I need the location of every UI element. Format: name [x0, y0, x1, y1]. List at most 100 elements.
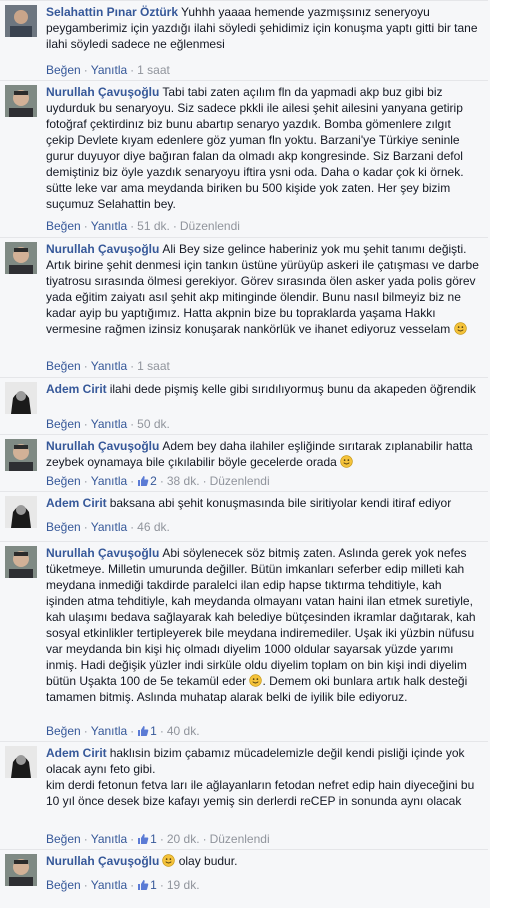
comment-actions: Beğen · Yanıtla · 51 dk. · Düzenlendi: [46, 218, 240, 234]
reply-button[interactable]: Yanıtla: [91, 520, 127, 534]
comment-actions: Beğen · Yanıtla · 1 saat: [46, 358, 170, 374]
comment-author[interactable]: Adem Cirit: [46, 746, 107, 760]
comment-actions: Beğen · Yanıtla · 1 · 40 dk.: [46, 723, 200, 739]
separator: ·: [159, 724, 164, 738]
comment-body: Nurullah Çavuşoğlu Ali Bey size gelince h…: [46, 241, 482, 337]
comment-actions: Beğen · Yanıtla · 1 · 20 dk. · Düzenlendi: [46, 831, 270, 847]
comment-text: Abi söylenecek söz bitmiş zaten. Aslında…: [46, 546, 476, 688]
comment-author[interactable]: Nurullah Çavuşoğlu: [46, 546, 159, 560]
comment-author[interactable]: Nurullah Çavuşoğlu: [46, 242, 159, 256]
comment-text: olay budur.: [178, 854, 238, 868]
like-button[interactable]: Beğen: [46, 878, 81, 892]
separator: ·: [83, 878, 88, 892]
comment-text: ilahi dede pişmiş kelle gibi sırıdılıyor…: [109, 382, 476, 396]
person-photo-icon: [5, 382, 37, 414]
reply-button[interactable]: Yanıtla: [91, 219, 127, 233]
comment-time[interactable]: 51 dk.: [137, 219, 170, 233]
like-count-value: 2: [150, 474, 157, 488]
separator: ·: [159, 474, 164, 488]
separator: ·: [202, 832, 207, 846]
edited-label[interactable]: Düzenlendi: [210, 832, 270, 846]
reply-button[interactable]: Yanıtla: [91, 878, 127, 892]
person-photo-icon: [5, 746, 37, 778]
like-button[interactable]: Beğen: [46, 832, 81, 846]
comment-author[interactable]: Nurullah Çavuşoğlu: [46, 439, 159, 453]
like-button[interactable]: Beğen: [46, 474, 81, 488]
comment-time[interactable]: 19 dk.: [167, 878, 200, 892]
comment-time[interactable]: 50 dk.: [137, 417, 170, 431]
comment-item: Nurullah Çavuşoğlu Adem bey daha ilahiler…: [0, 434, 488, 492]
separator: ·: [83, 417, 88, 431]
avatar[interactable]: [5, 496, 37, 528]
comment-time[interactable]: 40 dk.: [167, 724, 200, 738]
like-button[interactable]: Beğen: [46, 63, 81, 77]
reply-button[interactable]: Yanıtla: [91, 474, 127, 488]
avatar[interactable]: [5, 242, 37, 274]
person-photo-icon: [5, 439, 37, 471]
comment-item: Adem Cirit baksana abi şehit konuşmasında…: [0, 491, 488, 542]
comment-time[interactable]: 38 dk.: [167, 474, 200, 488]
reply-button[interactable]: Yanıtla: [91, 359, 127, 373]
comment-body: Adem Cirit ilahi dede pişmiş kelle gibi s…: [46, 381, 482, 397]
avatar[interactable]: [5, 5, 37, 37]
reply-button[interactable]: Yanıtla: [91, 63, 127, 77]
avatar[interactable]: [5, 746, 37, 778]
person-photo-icon: [5, 854, 37, 886]
comment-item: Nurullah Çavuşoğlu Tabi tabi zaten açılım…: [0, 80, 488, 238]
person-photo-icon: [5, 85, 37, 117]
comment-body: Nurullah Çavuşoğlu Abi söylenecek söz bit…: [46, 545, 482, 705]
separator: ·: [130, 417, 135, 431]
comment-actions: Beğen · Yanıtla · 2 · 38 dk. · Düzenlendi: [46, 473, 270, 489]
thumbs-up-icon: [138, 476, 149, 486]
like-button[interactable]: Beğen: [46, 417, 81, 431]
reply-button[interactable]: Yanıtla: [91, 832, 127, 846]
comment-time[interactable]: 1 saat: [137, 359, 170, 373]
avatar[interactable]: [5, 439, 37, 471]
separator: ·: [159, 878, 164, 892]
like-button[interactable]: Beğen: [46, 724, 81, 738]
comment-item: Nurullah Çavuşoğlu olay budur. Beğen · Yan…: [0, 849, 488, 900]
like-count[interactable]: 1: [137, 832, 157, 846]
comment-item: Adem Cirit ilahi dede pişmiş kelle gibi s…: [0, 377, 488, 435]
separator: ·: [130, 724, 135, 738]
comment-author[interactable]: Nurullah Çavuşoğlu: [46, 85, 159, 99]
comment-actions: Beğen · Yanıtla · 50 dk.: [46, 416, 170, 432]
comment-actions: Beğen · Yanıtla · 1 saat: [46, 62, 170, 78]
separator: ·: [83, 359, 88, 373]
edited-label[interactable]: Düzenlendi: [210, 474, 270, 488]
like-count[interactable]: 1: [137, 724, 157, 738]
smiley-emoji-icon: [162, 854, 176, 867]
reply-button[interactable]: Yanıtla: [91, 724, 127, 738]
avatar[interactable]: [5, 382, 37, 414]
comment-time[interactable]: 46 dk.: [137, 520, 170, 534]
separator: ·: [83, 520, 88, 534]
like-count[interactable]: 1: [137, 878, 157, 892]
comment-time[interactable]: 1 saat: [137, 63, 170, 77]
thumbs-up-icon: [138, 880, 149, 890]
edited-label[interactable]: Düzenlendi: [180, 219, 240, 233]
separator: ·: [83, 219, 88, 233]
like-count-value: 1: [150, 832, 157, 846]
like-button[interactable]: Beğen: [46, 520, 81, 534]
comment-author[interactable]: Adem Cirit: [46, 496, 107, 510]
comment-time[interactable]: 20 dk.: [167, 832, 200, 846]
like-button[interactable]: Beğen: [46, 359, 81, 373]
like-button[interactable]: Beğen: [46, 219, 81, 233]
person-photo-icon: [5, 5, 37, 37]
reply-button[interactable]: Yanıtla: [91, 417, 127, 431]
comment-author[interactable]: Selahattin Pınar Öztürk: [46, 5, 178, 19]
separator: ·: [130, 219, 135, 233]
comment-author[interactable]: Adem Cirit: [46, 382, 107, 396]
avatar[interactable]: [5, 546, 37, 578]
avatar[interactable]: [5, 854, 37, 886]
comment-actions: Beğen · Yanıtla · 46 dk.: [46, 519, 170, 535]
comment-item: Nurullah Çavuşoğlu Ali Bey size gelince h…: [0, 237, 488, 378]
comment-item: Selahattin Pınar Öztürk Yuhhh yaaaa hemen…: [0, 0, 488, 81]
like-count[interactable]: 2: [137, 474, 157, 488]
comment-body: Adem Cirit baksana abi şehit konuşmasında…: [46, 495, 482, 511]
separator: ·: [172, 219, 177, 233]
avatar[interactable]: [5, 85, 37, 117]
smiley-emoji-icon: [453, 322, 467, 335]
comment-item: Adem Cirit haklısin bizim çabamız mücadel…: [0, 741, 488, 850]
comment-author[interactable]: Nurullah Çavuşoğlu: [46, 854, 159, 868]
